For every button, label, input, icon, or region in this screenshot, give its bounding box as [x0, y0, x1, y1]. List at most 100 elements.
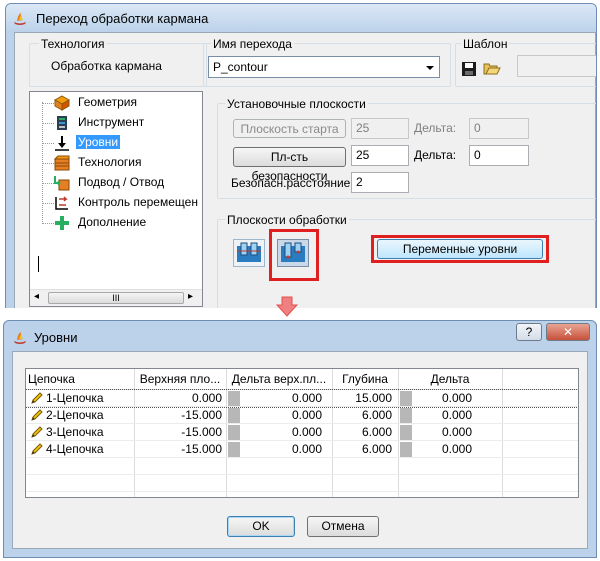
- scroll-left-icon[interactable]: ◂: [34, 291, 39, 302]
- pencil-icon: [31, 392, 43, 404]
- table-row[interactable]: 3-Цепочка -15.000 0.000 6.000 0.000: [26, 424, 578, 441]
- column-header-depth[interactable]: Глубина: [332, 369, 398, 389]
- tree-connector: [42, 183, 54, 184]
- cancel-button[interactable]: Отмена: [307, 516, 379, 537]
- chevron-down-icon: [426, 66, 434, 70]
- levels-dialog: Уровни ? ✕ Цепочка Верхняя пло... Дельта…: [3, 320, 597, 558]
- cell-depth[interactable]: 6.000: [334, 441, 392, 458]
- cell-chain[interactable]: 3-Цепочка: [46, 424, 132, 441]
- levels-icon: [55, 136, 69, 151]
- safety-delta-field[interactable]: 0: [469, 145, 529, 166]
- cell-top-plane[interactable]: -15.000: [136, 407, 222, 424]
- operation-name-combo[interactable]: P_contour: [208, 56, 440, 78]
- dialog-client: Цепочка Верхняя пло... Дельта верх.пл...…: [12, 351, 588, 549]
- cell-chain[interactable]: 1-Цепочка: [46, 390, 132, 407]
- cell-depth[interactable]: 6.000: [334, 424, 392, 441]
- dialog-title: Уровни: [34, 330, 78, 345]
- pencil-icon: [31, 426, 43, 438]
- technology-label: Технология: [39, 37, 107, 51]
- tree-item-label: Инструмент: [78, 115, 145, 129]
- tool-icon: [57, 116, 67, 130]
- table-row[interactable]: 4-Цепочка -15.000 0.000 6.000 0.000: [26, 441, 578, 458]
- text-cursor: [38, 256, 39, 272]
- setup-planes-title: Установочные плоскости: [225, 97, 368, 111]
- cell-delta[interactable]: 0.000: [414, 407, 472, 424]
- help-icon: ?: [525, 325, 533, 339]
- cell-depth[interactable]: 15.000: [334, 390, 392, 407]
- cell-top-delta[interactable]: 0.000: [242, 441, 322, 458]
- cell-top-plane[interactable]: 0.000: [136, 390, 222, 407]
- cell-top-delta[interactable]: 0.000: [242, 390, 322, 407]
- constant-levels-icon: [237, 242, 261, 262]
- start-plane-field[interactable]: 25: [351, 118, 409, 139]
- scroll-right-icon[interactable]: ▸: [188, 291, 193, 302]
- help-button[interactable]: ?: [516, 323, 542, 341]
- table-row[interactable]: 2-Цепочка -15.000 0.000 6.000 0.000: [26, 407, 578, 424]
- column-header-delta[interactable]: Дельта: [398, 369, 502, 389]
- app-logo-icon: [14, 13, 26, 25]
- tree-connector: [42, 103, 54, 104]
- approach-icon: [54, 176, 70, 191]
- safe-distance-field[interactable]: 2: [351, 172, 409, 193]
- ok-button-label: OK: [252, 519, 270, 533]
- tree-connector: [42, 223, 54, 224]
- disabled-cell-marker: [400, 442, 412, 457]
- scroll-thumb[interactable]: III: [48, 292, 184, 304]
- pencil-icon: [31, 443, 43, 455]
- open-folder-icon[interactable]: [483, 60, 501, 76]
- column-header-top-delta[interactable]: Дельта верх.пл...: [226, 369, 332, 389]
- disabled-cell-marker: [228, 391, 240, 406]
- disabled-cell-marker: [228, 408, 240, 423]
- column-header-chain[interactable]: Цепочка: [28, 369, 108, 389]
- machining-planes-title: Плоскости обработки: [225, 213, 349, 227]
- levels-table: Цепочка Верхняя пло... Дельта верх.пл...…: [25, 368, 579, 498]
- table-row: [26, 475, 578, 492]
- column-header-top-plane[interactable]: Верхняя пло...: [134, 369, 226, 389]
- safety-plane-button[interactable]: Пл-сть безопасности: [233, 147, 346, 183]
- window-title: Переход обработки кармана: [36, 11, 209, 26]
- cell-chain[interactable]: 2-Цепочка: [46, 407, 132, 424]
- start-plane-button[interactable]: Плоскость старта: [233, 119, 346, 138]
- ok-button[interactable]: OK: [227, 516, 295, 537]
- save-icon[interactable]: [461, 61, 477, 77]
- constant-levels-toggle[interactable]: [233, 239, 265, 267]
- cell-top-plane[interactable]: -15.000: [136, 424, 222, 441]
- tree-connector: [42, 102, 43, 222]
- cell-delta[interactable]: 0.000: [414, 424, 472, 441]
- variable-levels-highlight: [269, 229, 319, 281]
- disabled-cell-marker: [400, 408, 412, 423]
- cell-top-plane[interactable]: -15.000: [136, 441, 222, 458]
- start-plane-value: 25: [356, 121, 370, 135]
- scroll-thumb-grip: III: [112, 293, 120, 303]
- cell-depth[interactable]: 6.000: [334, 407, 392, 424]
- disabled-cell-marker: [228, 442, 240, 457]
- pencil-icon: [31, 409, 43, 421]
- variable-levels-button[interactable]: Переменные уровни: [377, 239, 543, 259]
- start-delta-field[interactable]: 0: [469, 118, 529, 139]
- safety-plane-field[interactable]: 25: [351, 145, 409, 166]
- cell-chain[interactable]: 4-Цепочка: [46, 441, 132, 458]
- template-selector[interactable]: [517, 55, 596, 77]
- close-button[interactable]: ✕: [546, 323, 590, 341]
- window-client: Технология Обработка кармана Имя переход…: [14, 32, 596, 308]
- operation-name-label: Имя перехода: [211, 37, 294, 51]
- plus-icon: [55, 216, 69, 230]
- disabled-cell-marker: [400, 391, 412, 406]
- cell-top-delta[interactable]: 0.000: [242, 424, 322, 441]
- tree-connector: [42, 143, 54, 144]
- safe-distance-value: 2: [356, 175, 363, 189]
- disabled-cell-marker: [400, 425, 412, 440]
- table-row: [26, 492, 578, 497]
- cell-delta[interactable]: 0.000: [414, 390, 472, 407]
- tree-horizontal-scrollbar[interactable]: ◂ III ▸: [30, 289, 202, 306]
- cell-top-delta[interactable]: 0.000: [242, 407, 322, 424]
- table-row[interactable]: 1-Цепочка 0.000 0.000 15.000 0.000: [26, 389, 578, 408]
- motion-control-icon: [55, 196, 68, 210]
- variable-levels-button-label: Переменные уровни: [402, 242, 518, 256]
- close-icon: ✕: [562, 325, 574, 339]
- start-plane-button-label: Плоскость старта: [240, 122, 339, 136]
- geometry-icon: [54, 95, 70, 111]
- settings-tree: Геометрия Инструмент Уровни Технология Подво…: [29, 91, 203, 307]
- cell-delta[interactable]: 0.000: [414, 441, 472, 458]
- disabled-cell-marker: [228, 425, 240, 440]
